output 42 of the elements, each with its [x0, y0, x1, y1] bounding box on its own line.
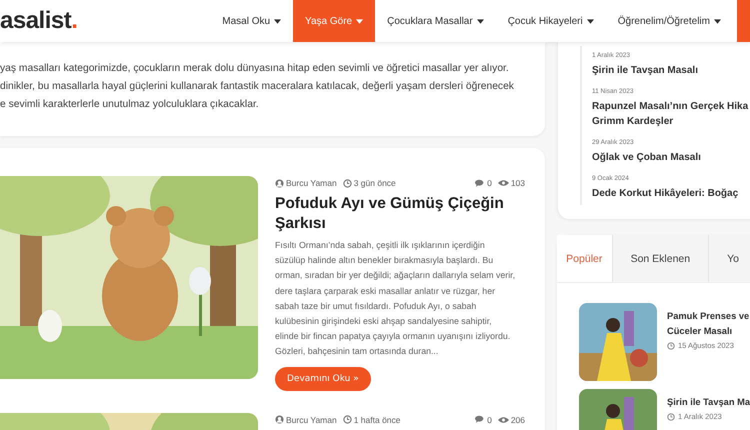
post-title[interactable]: Oğlak ve Çoban Masalı	[592, 150, 750, 165]
user-icon	[275, 415, 284, 424]
intro-text: yaş masalları kategorimizde, çocukların merak dolu dünyasına hitap eden sevimli ve öğretici masallar yer alıyor. dinikler, bu masallarla hayal güçlerini kullanarak fantastik maceralara katılacak, değerli yaşam dersleri öğrenecek e sevimli karakterlerle unutulmaz yolculuklara çıkacaklar.	[0, 62, 515, 112]
comment-count: 0	[475, 178, 492, 188]
site-logo[interactable]: asalist.	[0, 7, 78, 35]
view-count: 206	[498, 414, 525, 425]
comment-icon	[475, 415, 486, 424]
nav-item[interactable]: Masal Oku	[210, 0, 294, 42]
tab[interactable]: Popüler	[557, 235, 612, 282]
tab[interactable]: Son Eklenen	[612, 235, 708, 282]
post-time: 1 hafta önce	[342, 414, 401, 425]
nav-item[interactable]: Öğrenelim/Öğretelim	[606, 0, 733, 42]
user-icon	[275, 178, 284, 188]
clock-icon	[667, 342, 675, 350]
caret-icon	[714, 18, 721, 24]
post-title[interactable]: Rapunzel Masalı’nın Gerçek Hika Grimm Kardeşler	[592, 99, 750, 129]
caret-icon	[476, 18, 484, 24]
read-more-button[interactable]: Devamını Oku »	[275, 366, 371, 391]
post-time: 3 gün önce	[342, 178, 396, 188]
article-excerpt: Fısıltı Ormanı’nda sabah, çeşitli ilk ışıklarının içerdiğin süzülüp halinde altın benekler bırakmasıyla başlardı. Bu orman, sıradan bir yer değildi; ağaçların dallarıyla selam verir, dere taşlara çarparak eski masallar anlatır ve rüzgar, her sabah taze bir umut fısıldardı. Pofuduk Ayı, o sabah kulübesinin girişindeki eski ahşap sandalyesine sahiptir, elinde bir fincan papatya çayıyla ormanın uyanışını izliyordu. Gözleri, bahçesinin tam ortasında duran...	[275, 239, 516, 358]
nav-item[interactable]: Çocuklara Masallar	[375, 0, 496, 42]
clock-icon	[342, 178, 352, 188]
nav-item[interactable]: Yaşa Göre	[293, 0, 376, 42]
nav-item[interactable]: Çocuk Hikayeleri	[496, 0, 606, 42]
caret-icon	[356, 18, 364, 24]
author-name[interactable]: Burcu Yaman	[275, 178, 337, 188]
caret-icon	[274, 18, 282, 24]
author-name[interactable]: Burcu Yaman	[275, 414, 337, 425]
tab[interactable]: Yo	[708, 235, 750, 282]
caret-icon	[586, 18, 594, 24]
post-title[interactable]: Şirin ile Tavşan Masalı	[592, 63, 750, 78]
eye-icon	[498, 179, 509, 187]
article-title[interactable]: Pofuduk Ayı ve Gümüş Çiçeğin Şarkısı	[275, 194, 525, 234]
view-count: 103	[498, 178, 525, 188]
clock-icon	[667, 412, 675, 420]
post-title[interactable]: Dede Korkut Hikâyeleri: Boğaç	[592, 186, 750, 201]
clock-icon	[342, 415, 352, 424]
comment-icon	[475, 178, 486, 188]
eye-icon	[498, 416, 509, 424]
post-title[interactable]: Şirin ile Tavşan Ma	[667, 395, 750, 410]
post-title[interactable]: Pamuk Prenses ve Cüceler Masalı	[667, 309, 750, 339]
comment-count: 0	[475, 414, 492, 425]
